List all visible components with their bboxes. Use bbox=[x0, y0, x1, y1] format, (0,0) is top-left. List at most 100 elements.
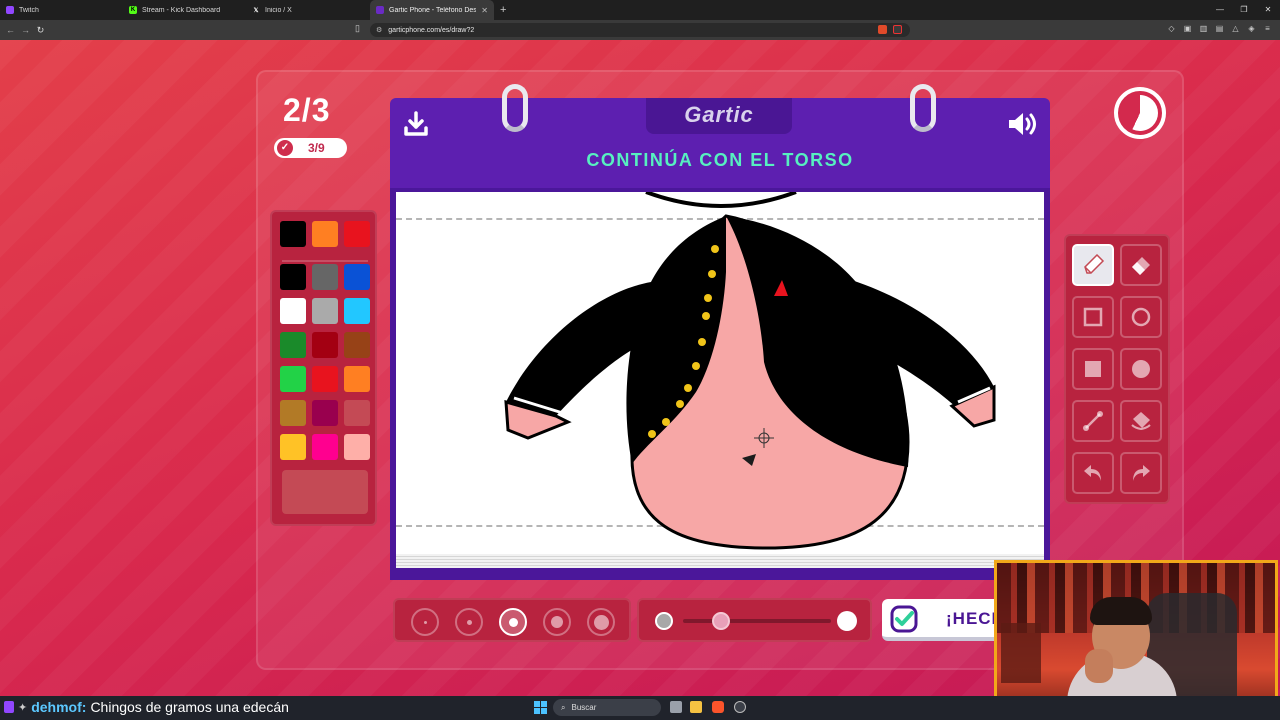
color-swatch[interactable] bbox=[312, 298, 338, 324]
color-swatch[interactable] bbox=[344, 264, 370, 290]
alert-icon[interactable] bbox=[893, 25, 902, 34]
binder-ring-left bbox=[502, 84, 528, 132]
color-swatch[interactable] bbox=[312, 366, 338, 392]
ellipse-fill-tool[interactable] bbox=[1120, 348, 1162, 390]
leo-icon[interactable]: △ bbox=[1231, 24, 1240, 35]
eraser-tool[interactable] bbox=[1120, 244, 1162, 286]
notebook-header: Gartic CONTINÚA CON EL TORSO bbox=[390, 84, 1050, 192]
reload-icon[interactable]: ↻ bbox=[33, 25, 48, 36]
volume-icon[interactable] bbox=[1006, 110, 1040, 138]
tab-twitch[interactable]: Twitch bbox=[0, 0, 123, 20]
rectangle-fill-tool[interactable] bbox=[1072, 348, 1114, 390]
current-color-preview bbox=[282, 470, 368, 514]
task-view-icon[interactable] bbox=[670, 701, 682, 713]
twitch-badge-icon bbox=[4, 701, 14, 713]
app-icon[interactable] bbox=[734, 701, 746, 713]
bucket-tool[interactable] bbox=[1120, 400, 1162, 442]
windows-start-icon[interactable] bbox=[534, 701, 547, 714]
undo-icon bbox=[1084, 465, 1101, 481]
new-tab-button[interactable]: + bbox=[500, 4, 506, 16]
drawing-canvas[interactable] bbox=[396, 192, 1044, 554]
color-swatch[interactable] bbox=[312, 332, 338, 358]
vpn-icon[interactable]: ◈ bbox=[1247, 24, 1256, 35]
menu-icon[interactable]: ≡ bbox=[1263, 24, 1272, 35]
brush-size-4[interactable] bbox=[543, 608, 571, 636]
screenshot-icon[interactable]: ▣ bbox=[1183, 24, 1192, 35]
pencil-tool[interactable] bbox=[1072, 244, 1114, 286]
rectangle-outline-tool[interactable] bbox=[1072, 296, 1114, 338]
color-swatch[interactable] bbox=[344, 298, 370, 324]
kick-icon: K bbox=[129, 6, 137, 14]
back-icon[interactable]: ← bbox=[3, 25, 18, 35]
color-swatch[interactable] bbox=[344, 400, 370, 426]
close-window-icon[interactable]: ✕ bbox=[1256, 0, 1280, 20]
color-swatch[interactable] bbox=[280, 332, 306, 358]
brush-size-1[interactable] bbox=[411, 608, 439, 636]
color-swatch[interactable] bbox=[280, 400, 306, 426]
circle-outline-icon bbox=[1131, 307, 1151, 327]
gartic-icon bbox=[376, 6, 384, 14]
search-icon: ⌕ bbox=[561, 702, 566, 712]
color-swatch[interactable] bbox=[280, 434, 306, 460]
brush-size-5[interactable] bbox=[587, 608, 615, 636]
color-swatch[interactable] bbox=[280, 366, 306, 392]
tab-gartic-phone[interactable]: Gartic Phone - Teléfono Descon ✕ bbox=[370, 0, 494, 20]
opacity-track[interactable] bbox=[683, 619, 831, 623]
forward-icon[interactable]: → bbox=[18, 25, 33, 35]
ellipse-outline-tool[interactable] bbox=[1120, 296, 1162, 338]
players-done-badge: ✓ 3/9 bbox=[274, 138, 347, 158]
download-icon[interactable] bbox=[402, 110, 430, 138]
tab-label: Gartic Phone - Teléfono Descon bbox=[389, 6, 477, 14]
extensions-icon[interactable]: ◇ bbox=[1167, 24, 1176, 35]
close-tab-icon[interactable]: ✕ bbox=[481, 6, 488, 15]
maximize-icon[interactable]: ❐ bbox=[1232, 0, 1256, 20]
chat-message: Chingos de gramos una edecán bbox=[90, 699, 289, 715]
eraser-icon bbox=[1132, 257, 1150, 275]
minimize-icon[interactable]: — bbox=[1208, 0, 1232, 20]
tool-panel bbox=[1064, 234, 1170, 504]
logo-tab: Gartic bbox=[646, 98, 792, 134]
bookmark-icon[interactable]: ▯ bbox=[355, 23, 360, 34]
brush-size-2[interactable] bbox=[455, 608, 483, 636]
brave-browser-icon[interactable] bbox=[712, 701, 724, 713]
redo-tool[interactable] bbox=[1120, 452, 1162, 494]
color-swatch[interactable] bbox=[280, 298, 306, 324]
color-swatch[interactable] bbox=[344, 434, 370, 460]
tab-label: Inicio / X bbox=[265, 6, 292, 14]
browser-tabstrip: Twitch K Stream - Kick Dashboard 𝕏 Inici… bbox=[0, 0, 1280, 20]
sidebar-icon[interactable]: ▥ bbox=[1199, 24, 1208, 35]
site-info-icon[interactable]: ⚙ bbox=[376, 26, 382, 34]
color-swatch-orange[interactable] bbox=[312, 221, 338, 247]
color-swatch-red[interactable] bbox=[344, 221, 370, 247]
address-bar-extensions bbox=[878, 25, 902, 34]
tab-x[interactable]: 𝕏 Inicio / X bbox=[246, 0, 369, 20]
opacity-thumb[interactable] bbox=[711, 612, 730, 630]
color-swatch[interactable] bbox=[312, 434, 338, 460]
brush-size-3[interactable] bbox=[499, 608, 527, 636]
color-swatch-black[interactable] bbox=[280, 221, 306, 247]
color-swatch[interactable] bbox=[280, 264, 306, 290]
tab-kick-dashboard[interactable]: K Stream - Kick Dashboard bbox=[123, 0, 246, 20]
file-explorer-icon[interactable] bbox=[690, 701, 702, 713]
wallet-icon[interactable]: ▤ bbox=[1215, 24, 1224, 35]
tab-label: Stream - Kick Dashboard bbox=[142, 6, 221, 14]
opacity-max-swatch bbox=[837, 611, 857, 631]
twitch-icon bbox=[6, 6, 14, 14]
drawing-prompt: CONTINÚA CON EL TORSO bbox=[586, 150, 854, 170]
color-swatch[interactable] bbox=[344, 332, 370, 358]
tab-label: Twitch bbox=[19, 6, 39, 14]
address-bar[interactable]: ⚙ garticphone.com/es/draw?2 bbox=[370, 23, 910, 37]
brush-size-selector bbox=[393, 598, 631, 642]
line-icon bbox=[1083, 411, 1103, 431]
color-swatch[interactable] bbox=[312, 264, 338, 290]
streamer-webcam bbox=[994, 560, 1278, 718]
taskbar-search[interactable]: ⌕ Buscar bbox=[553, 699, 661, 716]
color-swatch[interactable] bbox=[344, 366, 370, 392]
color-swatch[interactable] bbox=[312, 400, 338, 426]
line-tool[interactable] bbox=[1072, 400, 1114, 442]
pencil-icon bbox=[1084, 253, 1105, 274]
browser-toolbar-icons: ◇ ▣ ▥ ▤ △ ◈ ≡ bbox=[1167, 24, 1272, 35]
shield-icon[interactable] bbox=[878, 25, 887, 34]
check-icon bbox=[890, 605, 918, 633]
undo-tool[interactable] bbox=[1072, 452, 1114, 494]
